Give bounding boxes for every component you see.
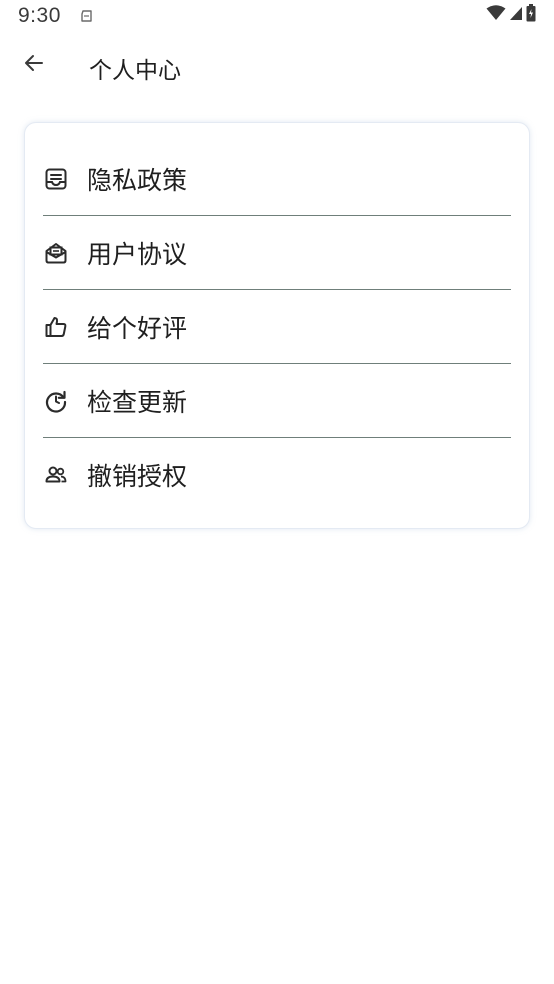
status-icons	[486, 4, 536, 26]
back-button[interactable]	[14, 47, 54, 83]
app-bar: 个人中心	[0, 40, 554, 90]
battery-icon	[526, 4, 536, 26]
arrow-left-icon	[22, 51, 46, 79]
page-title: 个人中心	[89, 58, 181, 84]
menu-card: 隐私政策 用户协议 给个好评 检查更新 撤销授权	[24, 122, 530, 529]
wifi-icon	[486, 5, 506, 25]
menu-item-revoke-authorization[interactable]: 撤销授权	[43, 438, 511, 512]
menu-item-privacy-policy[interactable]: 隐私政策	[43, 142, 511, 216]
privacy-inbox-icon	[43, 166, 69, 192]
menu-item-label: 隐私政策	[87, 166, 188, 195]
menu-item-check-update[interactable]: 检查更新	[43, 364, 511, 438]
refresh-icon	[43, 388, 69, 414]
menu-item-label: 给个好评	[87, 314, 188, 343]
thumbs-up-icon	[43, 314, 69, 340]
status-bar: 9:30	[0, 0, 554, 32]
notification-icon	[80, 8, 94, 22]
menu-item-label: 撤销授权	[87, 462, 188, 491]
menu-item-user-agreement[interactable]: 用户协议	[43, 216, 511, 290]
menu-item-give-rating[interactable]: 给个好评	[43, 290, 511, 364]
menu-item-label: 用户协议	[87, 240, 188, 269]
users-icon	[43, 462, 69, 488]
menu-item-label: 检查更新	[87, 388, 188, 417]
signal-icon	[509, 5, 523, 25]
status-time: 9:30	[18, 4, 61, 27]
mail-open-icon	[43, 240, 69, 266]
